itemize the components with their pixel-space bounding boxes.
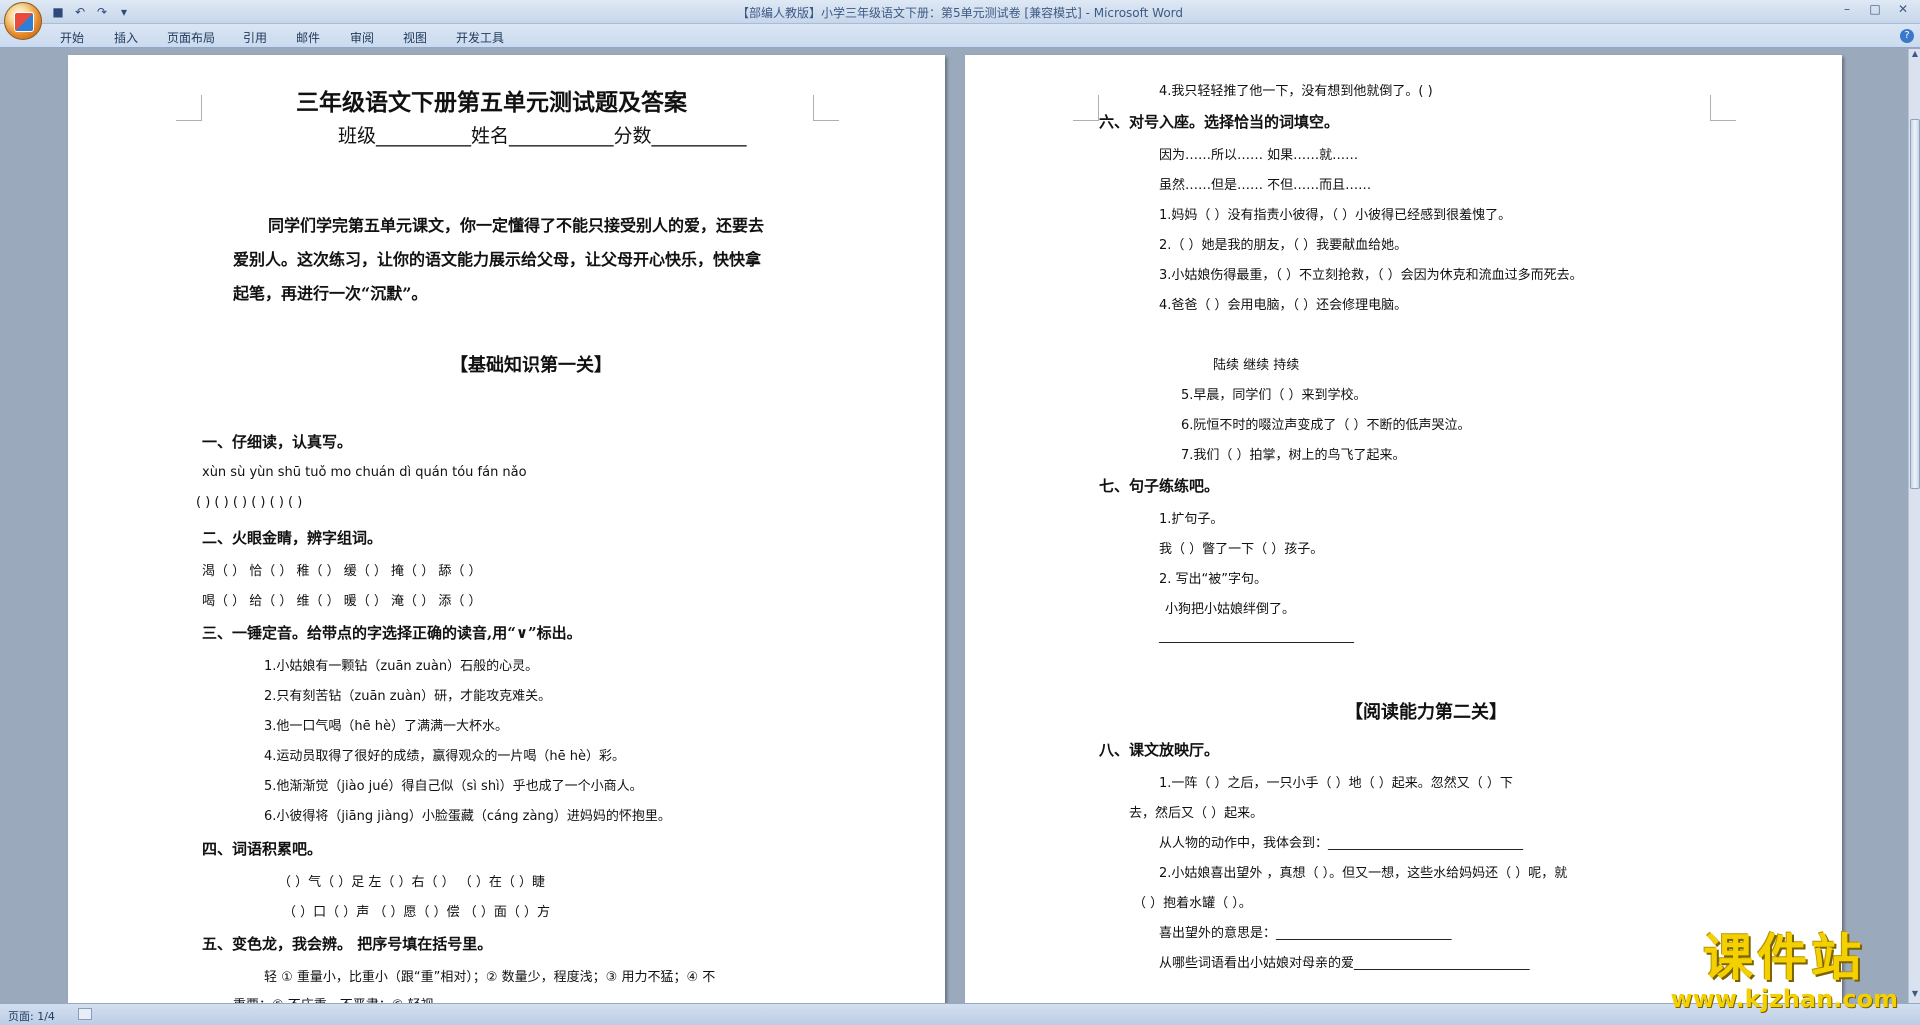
- office-logo-icon: [14, 12, 34, 32]
- question-8-1-line-a: 1.一阵（ ）之后，一只小手（ ）地（ ）起来。忽然又（ ）下: [1159, 776, 1513, 791]
- question-5-item-4: 4.我只轻轻推了他一下，没有想到他就倒了。( ): [1159, 84, 1433, 99]
- document-page-2[interactable]: 4.我只轻轻推了他一下，没有想到他就倒了。( ) 六、对号入座。选择恰当的词填空…: [965, 55, 1842, 1003]
- question-8-heading: 八、课文放映厅。: [1099, 741, 1220, 759]
- vertical-scrollbar[interactable]: ▲ ▼: [1908, 49, 1920, 1003]
- proofing-icon[interactable]: [78, 1008, 92, 1020]
- question-8-2-line-b: （ ）抱着水罐（ ）。: [1133, 896, 1252, 911]
- question-6-item-4: 4.爸爸（ ）会用电脑，（ ）还会修理电脑。: [1159, 298, 1408, 313]
- margin-corner-mark: [1073, 95, 1099, 121]
- document-page-1[interactable]: 三年级语文下册第五单元测试题及答案 班级__________姓名________…: [68, 55, 945, 1003]
- margin-corner-mark: [176, 95, 202, 121]
- question-3-heading: 三、一锤定音。给带点的字选择正确的读音,用“∨”标出。: [202, 624, 582, 642]
- question-2-heading: 二、火眼金睛，辨字组词。: [202, 529, 383, 547]
- site-watermark: 课件站 www.kjzhan.com: [1671, 930, 1898, 1012]
- tab-home[interactable]: 开始: [60, 29, 84, 46]
- question-7-2-sentence: 小狗把小姑娘绊倒了。: [1165, 602, 1296, 617]
- question-7-answer-line: ______________________________: [1159, 629, 1354, 644]
- question-4-line-2: （ ）口（ ）声 （ ）愿（ ）偿 （ ）面（ ）方: [283, 905, 551, 920]
- ribbon-tabs: 开始 插入 页面布局 引用 邮件 审阅 视图 开发工具 ?: [0, 24, 1920, 48]
- watermark-brand: 课件站: [1703, 929, 1866, 987]
- document-title: 三年级语文下册第五单元测试题及答案: [296, 89, 687, 116]
- question-5-line-2: 重要；⑤ 不庄重，不严肃；⑥ 轻视: [233, 994, 434, 1003]
- title-bar: ■ ↶ ↷ ▾ 【部编人教版】小学三年级语文下册：第5单元测试卷 [兼容模式] …: [0, 0, 1920, 24]
- question-7-1-sentence: 我（ ）瞥了一下（ ）孩子。: [1159, 542, 1324, 557]
- office-button[interactable]: [4, 2, 42, 40]
- tab-review[interactable]: 审阅: [350, 29, 374, 46]
- question-7-2-label: 2. 写出“被”字句。: [1159, 572, 1268, 587]
- question-3-item-4: 4.运动员取得了很好的成绩，赢得观众的一片喝（hē hè）彩。: [264, 749, 626, 764]
- window-controls: – □ ✕: [1834, 2, 1916, 20]
- question-3-item-3: 3.他一口气喝（hē hè）了满满一大杯水。: [264, 719, 509, 734]
- question-4-heading: 四、词语积累吧。: [202, 840, 323, 858]
- question-6-heading: 六、对号入座。选择恰当的词填空。: [1099, 113, 1340, 131]
- question-3-item-5: 5.他渐渐觉（jiào jué）得自己似（sì shì）乎也成了一个小商人。: [264, 779, 643, 794]
- tab-page-layout[interactable]: 页面布局: [167, 29, 215, 46]
- question-6-item-6: 6.阮恒不时的啜泣声变成了（ ）不断的低声哭泣。: [1181, 418, 1471, 433]
- maximize-icon[interactable]: □: [1862, 2, 1888, 20]
- section-title-reading: 【阅读能力第二关】: [1345, 702, 1507, 723]
- document-workspace: 三年级语文下册第五单元测试题及答案 班级__________姓名________…: [0, 49, 1908, 1003]
- question-3-item-6: 6.小彼得将（jiāng jiàng）小脸蛋藏（cáng zàng）进妈妈的怀抱…: [264, 809, 671, 824]
- page-counter[interactable]: 页面: 1/4: [8, 1008, 55, 1024]
- intro-line-2: 爱别人。这次练习，让你的语文能力展示给父母，让父母开心快乐，快快拿: [233, 250, 762, 269]
- question-7-1-label: 1.扩句子。: [1159, 512, 1224, 527]
- question-5-heading: 五、变色龙，我会辨。 把序号填在括号里。: [202, 935, 493, 953]
- question-7-heading: 七、句子练练吧。: [1099, 477, 1220, 495]
- tab-mailings[interactable]: 邮件: [296, 29, 320, 46]
- question-2-line-2: 喝（ ） 给（ ） 维（ ） 暖（ ） 淹（ ） 添（ ）: [202, 594, 482, 609]
- window-title: 【部编人教版】小学三年级语文下册：第5单元测试卷 [兼容模式] - Micros…: [736, 6, 1184, 20]
- question-6-item-3: 3.小姑娘伤得最重，（ ）不立刻抢救，（ ）会因为休克和流血过多而死去。: [1159, 268, 1583, 283]
- question-5-line-1: 轻 ① 重量小，比重小（跟“重”相对）；② 数量少，程度浅；③ 用力不猛；④ 不: [264, 970, 716, 985]
- question-6-item-1: 1.妈妈（ ）没有指责小彼得，（ ）小彼得已经感到很羞愧了。: [1159, 208, 1512, 223]
- tab-references[interactable]: 引用: [243, 29, 267, 46]
- tab-developer[interactable]: 开发工具: [456, 29, 504, 46]
- section-title-basic: 【基础知识第一关】: [450, 355, 612, 376]
- intro-line-3: 起笔，再进行一次“沉默”。: [233, 284, 428, 303]
- help-icon[interactable]: ?: [1900, 29, 1914, 43]
- student-info-line: 班级__________姓名___________分数__________: [338, 125, 747, 147]
- question-6-item-5: 5.早晨，同学们（ ）来到学校。: [1181, 388, 1367, 403]
- margin-corner-mark: [1710, 95, 1736, 121]
- question-8-1-line-b: 去，然后又（ ）起来。: [1129, 806, 1264, 821]
- question-6-word-bank-2: 虽然……但是…… 不但……而且……: [1159, 178, 1372, 193]
- question-3-item-2: 2.只有刻苦钻（zuān zuàn）研，才能攻克难关。: [264, 689, 552, 704]
- question-1-pinyin: xùn sù yùn shū tuǒ mo chuán dì quán tóu …: [202, 465, 527, 480]
- scroll-up-icon[interactable]: ▲: [1909, 49, 1920, 63]
- margin-corner-mark: [813, 95, 839, 121]
- question-6-item-2: 2.（ ）她是我的朋友，（ ）我要献血给她。: [1159, 238, 1408, 253]
- intro-line-1: 同学们学完第五单元课文，你一定懂得了不能只接受别人的爱，还要去: [268, 216, 765, 235]
- question-6-word-bank-1: 因为……所以…… 如果……就……: [1159, 148, 1359, 163]
- question-4-line-1: （ ）气（ ）足 左（ ）右（ ） （ ）在（ ）睫: [278, 875, 546, 890]
- question-2-line-1: 渴（ ） 恰（ ） 稚（ ） 缓（ ） 掩（ ） 舔（ ）: [202, 564, 482, 579]
- question-8-2-line-c: 喜出望外的意思是：___________________________: [1159, 926, 1452, 941]
- question-8-2-line-d: 从哪些词语看出小姑娘对母亲的爱_________________________…: [1159, 956, 1530, 971]
- question-8-1-line-c: 从人物的动作中，我体会到：___________________________…: [1159, 836, 1524, 851]
- question-8-2-line-a: 2.小姑娘喜出望外 ，真想（ ）。但又一想，这些水给妈妈还（ ）呢，就: [1159, 866, 1568, 881]
- question-3-item-1: 1.小姑娘有一颗钻（zuān zuàn）石般的心灵。: [264, 659, 539, 674]
- tab-insert[interactable]: 插入: [114, 29, 138, 46]
- watermark-url: www.kjzhan.com: [1670, 985, 1898, 1013]
- question-1-heading: 一、仔细读，认真写。: [202, 433, 353, 451]
- question-1-blanks: ( ) ( ) ( ) ( ) ( ) ( ): [196, 495, 303, 510]
- scrollbar-thumb[interactable]: [1910, 119, 1920, 489]
- scroll-down-icon[interactable]: ▼: [1909, 989, 1920, 1003]
- question-6-word-bank-3: 陆续 继续 持续: [1213, 358, 1300, 373]
- close-icon[interactable]: ✕: [1890, 2, 1916, 20]
- tab-view[interactable]: 视图: [403, 29, 427, 46]
- minimize-icon[interactable]: –: [1834, 2, 1860, 20]
- status-bar: 页面: 1/4: [0, 1003, 1920, 1025]
- question-6-item-7: 7.我们（ ）拍掌，树上的鸟飞了起来。: [1181, 448, 1406, 463]
